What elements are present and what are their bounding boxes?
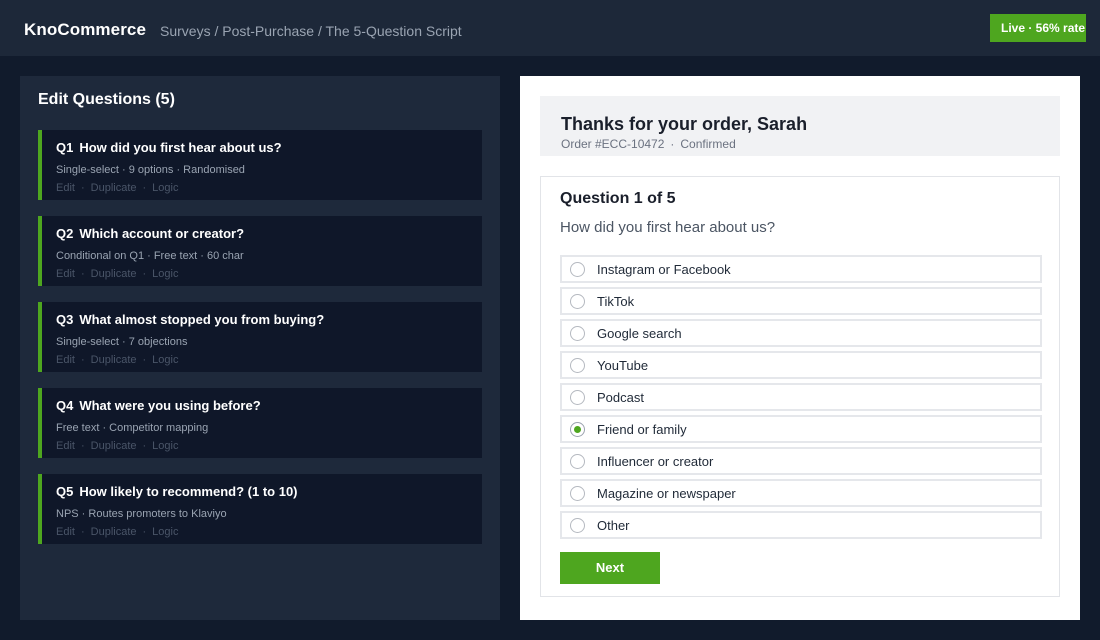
question-title: Q1 How did you first hear about us?	[56, 140, 282, 155]
question-card-q3[interactable]: Q3 What almost stopped you from buying? S…	[38, 302, 482, 372]
question-number: Q2	[56, 226, 74, 241]
option-label: TikTok	[597, 294, 635, 309]
question-card-q4[interactable]: Q4 What were you using before? Free text …	[38, 388, 482, 458]
logic-link[interactable]: Logic	[152, 182, 178, 194]
question-text: How likely to recommend? (1 to 10)	[79, 484, 298, 499]
option-tiktok[interactable]: TikTok	[560, 287, 1042, 315]
option-label: Google search	[597, 326, 682, 341]
option-label: Friend or family	[597, 422, 687, 437]
separator: ·	[142, 182, 147, 194]
option-magazine-or-newspaper[interactable]: Magazine or newspaper	[560, 479, 1042, 507]
option-label: YouTube	[597, 358, 649, 373]
order-status: Confirmed	[680, 137, 736, 151]
separator: ·	[80, 440, 85, 452]
panel-title: Edit Questions (5)	[38, 91, 175, 108]
option-podcast[interactable]: Podcast	[560, 383, 1042, 411]
option-other[interactable]: Other	[560, 511, 1042, 539]
breadcrumb[interactable]: Surveys / Post-Purchase / The 5-Question…	[160, 23, 462, 39]
radio-button[interactable]	[570, 390, 585, 405]
option-youtube[interactable]: YouTube	[560, 351, 1042, 379]
radio-button[interactable]	[570, 358, 585, 373]
duplicate-link[interactable]: Duplicate	[91, 440, 137, 452]
question-counter: Question 1 of 5	[560, 190, 676, 207]
radio-button-selected[interactable]	[570, 422, 585, 437]
question-text: What were you using before?	[79, 398, 261, 413]
question-text: What almost stopped you from buying?	[79, 312, 325, 327]
option-label: Other	[597, 518, 630, 533]
question-text: How did you first hear about us?	[79, 140, 282, 155]
option-google-search[interactable]: Google search	[560, 319, 1042, 347]
top-bar: KnoCommerce Surveys / Post-Purchase / Th…	[0, 0, 1100, 56]
radio-button[interactable]	[570, 262, 585, 277]
question-meta: Free text · Competitor mapping	[56, 422, 209, 434]
question-actions: Edit · Duplicate · Logic	[56, 354, 178, 366]
next-button[interactable]: Next	[560, 552, 660, 584]
question-prompt: How did you first hear about us?	[560, 219, 776, 236]
question-number: Q3	[56, 312, 74, 327]
question-box: Question 1 of 5 How did you first hear a…	[540, 176, 1060, 597]
question-number: Q4	[56, 398, 74, 413]
brand-logo[interactable]: KnoCommerce	[24, 20, 146, 40]
order-meta: Order #ECC-10472 · Confirmed	[561, 137, 736, 151]
option-label: Magazine or newspaper	[597, 486, 736, 501]
question-actions: Edit · Duplicate · Logic	[56, 526, 178, 538]
question-title: Q2 Which account or creator?	[56, 226, 244, 241]
duplicate-link[interactable]: Duplicate	[91, 182, 137, 194]
question-meta: NPS · Routes promoters to Klaviyo	[56, 508, 227, 520]
edit-questions-panel: Edit Questions (5) Q1 How did you first h…	[20, 76, 500, 620]
separator: ·	[670, 137, 675, 151]
separator: ·	[80, 182, 85, 194]
question-card-q5[interactable]: Q5 How likely to recommend? (1 to 10) NPS…	[38, 474, 482, 544]
radio-button[interactable]	[570, 518, 585, 533]
question-title: Q3 What almost stopped you from buying?	[56, 312, 324, 327]
question-meta: Single-select · 7 objections	[56, 336, 188, 348]
question-card-q2[interactable]: Q2 Which account or creator? Conditional …	[38, 216, 482, 286]
question-actions: Edit · Duplicate · Logic	[56, 440, 178, 452]
edit-link[interactable]: Edit	[56, 440, 75, 452]
option-influencer-or-creator[interactable]: Influencer or creator	[560, 447, 1042, 475]
edit-link[interactable]: Edit	[56, 268, 75, 280]
logic-link[interactable]: Logic	[152, 354, 178, 366]
question-actions: Edit · Duplicate · Logic	[56, 182, 178, 194]
duplicate-link[interactable]: Duplicate	[91, 526, 137, 538]
logic-link[interactable]: Logic	[152, 268, 178, 280]
duplicate-link[interactable]: Duplicate	[91, 268, 137, 280]
separator: ·	[80, 354, 85, 366]
option-friend-or-family[interactable]: Friend or family	[560, 415, 1042, 443]
question-meta: Conditional on Q1 · Free text · 60 char	[56, 250, 244, 262]
question-meta: Single-select · 9 options · Randomised	[56, 164, 245, 176]
edit-link[interactable]: Edit	[56, 354, 75, 366]
option-label: Instagram or Facebook	[597, 262, 731, 277]
question-number: Q1	[56, 140, 74, 155]
separator: ·	[142, 526, 147, 538]
question-title: Q5 How likely to recommend? (1 to 10)	[56, 484, 298, 499]
separator: ·	[142, 354, 147, 366]
duplicate-link[interactable]: Duplicate	[91, 354, 137, 366]
question-number: Q5	[56, 484, 74, 499]
radio-button[interactable]	[570, 294, 585, 309]
order-confirmation-header: Thanks for your order, Sarah Order #ECC-…	[540, 96, 1060, 156]
separator: ·	[80, 526, 85, 538]
survey-preview-panel: Thanks for your order, Sarah Order #ECC-…	[520, 76, 1080, 620]
edit-link[interactable]: Edit	[56, 526, 75, 538]
option-instagram-or-facebook[interactable]: Instagram or Facebook	[560, 255, 1042, 283]
radio-button[interactable]	[570, 326, 585, 341]
logic-link[interactable]: Logic	[152, 526, 178, 538]
separator: ·	[80, 268, 85, 280]
thank-you-heading: Thanks for your order, Sarah	[561, 114, 808, 134]
radio-button[interactable]	[570, 486, 585, 501]
edit-link[interactable]: Edit	[56, 182, 75, 194]
radio-button[interactable]	[570, 454, 585, 469]
logic-link[interactable]: Logic	[152, 440, 178, 452]
order-number: Order #ECC-10472	[561, 137, 665, 151]
option-label: Podcast	[597, 390, 644, 405]
question-title: Q4 What were you using before?	[56, 398, 261, 413]
separator: ·	[142, 440, 147, 452]
question-card-q1[interactable]: Q1 How did you first hear about us? Singl…	[38, 130, 482, 200]
question-text: Which account or creator?	[79, 226, 245, 241]
separator: ·	[142, 268, 147, 280]
option-label: Influencer or creator	[597, 454, 714, 469]
question-actions: Edit · Duplicate · Logic	[56, 268, 178, 280]
live-status-badge: Live · 56% rate	[990, 14, 1086, 42]
